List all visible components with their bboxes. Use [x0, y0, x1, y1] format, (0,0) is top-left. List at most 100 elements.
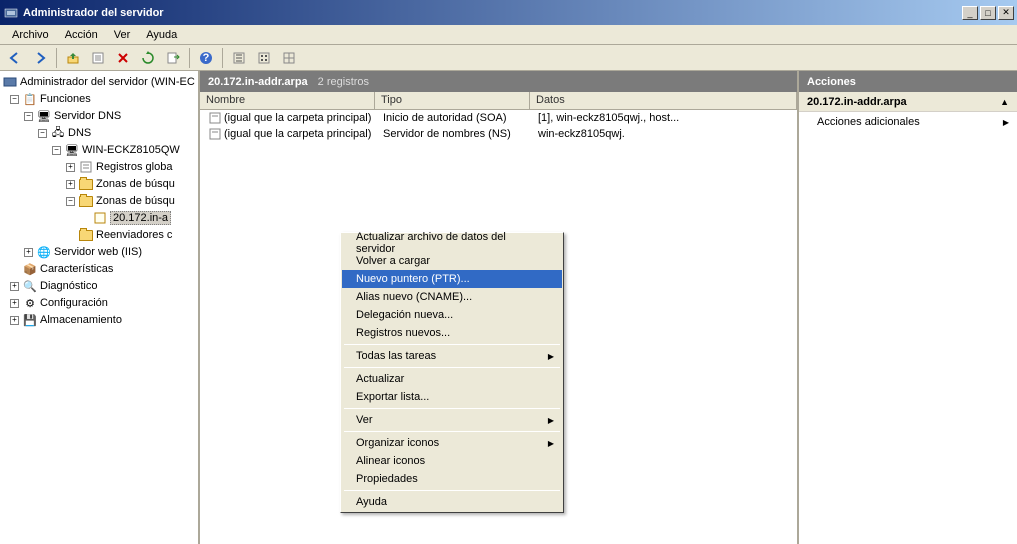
- ctx-new-ptr[interactable]: Nuevo puntero (PTR)...: [342, 270, 562, 288]
- ctx-new-delegation[interactable]: Delegación nueva...: [342, 306, 562, 324]
- tree-dns2[interactable]: −🖧DNS: [2, 125, 196, 141]
- ctx-label: Ver: [356, 414, 373, 426]
- export-button[interactable]: [162, 47, 184, 69]
- dns-icon: 🖥: [36, 108, 52, 124]
- menu-ayuda[interactable]: Ayuda: [140, 27, 183, 43]
- ctx-arrange-icons[interactable]: Organizar iconos▶: [342, 434, 562, 452]
- tree-host[interactable]: −🖥WIN-ECKZ8105QW: [2, 142, 196, 158]
- submenu-arrow-icon: ▶: [548, 439, 554, 448]
- collapse-icon[interactable]: −: [38, 129, 47, 138]
- actions-item-label: Acciones adicionales: [817, 116, 920, 128]
- cell-type: Servidor de nombres (NS): [377, 128, 532, 140]
- record-icon: [208, 126, 222, 142]
- zone-icon: [92, 210, 108, 226]
- app-icon: [3, 5, 19, 21]
- center-panel: 20.172.in-addr.arpa 2 registros Nombre T…: [200, 71, 799, 544]
- tree-funciones[interactable]: −📋Funciones: [2, 91, 196, 107]
- tree-label: WIN-ECKZ8105QW: [82, 144, 180, 156]
- tree-zb1[interactable]: +Zonas de búsqu: [2, 176, 196, 192]
- tree-reenv[interactable]: Reenviadores c: [2, 227, 196, 243]
- tree-panel: Administrador del servidor (WIN-EC −📋Fun…: [0, 71, 200, 544]
- tree-label: Servidor DNS: [54, 110, 121, 122]
- list-row[interactable]: (igual que la carpeta principal) Servido…: [200, 126, 797, 142]
- expand-icon[interactable]: +: [24, 248, 33, 257]
- tree-carac[interactable]: 📦Características: [2, 261, 196, 277]
- ctx-separator: [344, 367, 560, 368]
- properties-button[interactable]: [87, 47, 109, 69]
- features-icon: 📦: [22, 261, 38, 277]
- host-icon: 🖥: [64, 142, 80, 158]
- ctx-all-tasks[interactable]: Todas las tareas▶: [342, 347, 562, 365]
- tree-dns[interactable]: −🖥Servidor DNS: [2, 108, 196, 124]
- tree-iis[interactable]: +🌐Servidor web (IIS): [2, 244, 196, 260]
- delete-button[interactable]: [112, 47, 134, 69]
- filter1-button[interactable]: [228, 47, 250, 69]
- col-nombre[interactable]: Nombre: [200, 92, 375, 109]
- expand-icon[interactable]: +: [10, 299, 19, 308]
- menu-accion[interactable]: Acción: [59, 27, 104, 43]
- collapse-icon[interactable]: −: [10, 95, 19, 104]
- menu-archivo[interactable]: Archivo: [6, 27, 55, 43]
- menubar: Archivo Acción Ver Ayuda: [0, 25, 1017, 45]
- svg-text:?: ?: [203, 52, 210, 64]
- actions-additional[interactable]: Acciones adicionales ▶: [799, 112, 1017, 132]
- close-button[interactable]: ✕: [998, 6, 1014, 20]
- ctx-export[interactable]: Exportar lista...: [342, 388, 562, 406]
- maximize-button[interactable]: □: [980, 6, 996, 20]
- records-icon: [78, 159, 94, 175]
- filter2-button[interactable]: [253, 47, 275, 69]
- context-menu: Actualizar archivo de datos del servidor…: [340, 232, 564, 513]
- ctx-update-file[interactable]: Actualizar archivo de datos del servidor: [342, 234, 562, 252]
- tree-reg[interactable]: +Registros globa: [2, 159, 196, 175]
- tree-alm[interactable]: +💾Almacenamiento: [2, 312, 196, 328]
- tree-root[interactable]: Administrador del servidor (WIN-EC: [2, 74, 196, 90]
- tree-zb2[interactable]: −Zonas de búsqu: [2, 193, 196, 209]
- tree-label: Características: [40, 263, 113, 275]
- tree-label: Diagnóstico: [40, 280, 97, 292]
- refresh-button[interactable]: [137, 47, 159, 69]
- ctx-new-cname[interactable]: Alias nuevo (CNAME)...: [342, 288, 562, 306]
- collapse-arrow-icon: ▲: [1000, 97, 1009, 107]
- ctx-reload[interactable]: Volver a cargar: [342, 252, 562, 270]
- forwarders-icon: [78, 227, 94, 243]
- ctx-separator: [344, 490, 560, 491]
- col-tipo[interactable]: Tipo: [375, 92, 530, 109]
- ctx-align-icons[interactable]: Alinear iconos: [342, 452, 562, 470]
- ctx-new-records[interactable]: Registros nuevos...: [342, 324, 562, 342]
- ctx-properties[interactable]: Propiedades: [342, 470, 562, 488]
- ctx-separator: [344, 344, 560, 345]
- expand-icon[interactable]: +: [66, 163, 75, 172]
- list-header: Nombre Tipo Datos: [200, 92, 797, 110]
- ctx-view[interactable]: Ver▶: [342, 411, 562, 429]
- ctx-help[interactable]: Ayuda: [342, 493, 562, 511]
- menu-ver[interactable]: Ver: [108, 27, 137, 43]
- toolbar: ?: [0, 45, 1017, 71]
- expand-icon[interactable]: +: [66, 180, 75, 189]
- collapse-icon[interactable]: −: [66, 197, 75, 206]
- actions-section[interactable]: 20.172.in-addr.arpa ▲: [799, 92, 1017, 112]
- minimize-button[interactable]: _: [962, 6, 978, 20]
- config-icon: ⚙: [22, 295, 38, 311]
- folder-icon: [78, 193, 94, 209]
- record-list[interactable]: (igual que la carpeta principal) Inicio …: [200, 110, 797, 544]
- tree-label: Reenviadores c: [96, 229, 172, 241]
- expand-icon[interactable]: +: [10, 282, 19, 291]
- list-row[interactable]: (igual que la carpeta principal) Inicio …: [200, 110, 797, 126]
- help-button[interactable]: ?: [195, 47, 217, 69]
- tree-diag[interactable]: +🔍Diagnóstico: [2, 278, 196, 294]
- filter3-button[interactable]: [278, 47, 300, 69]
- forward-button[interactable]: [29, 47, 51, 69]
- back-button[interactable]: [4, 47, 26, 69]
- up-button[interactable]: [62, 47, 84, 69]
- tree-zone[interactable]: 20.172.in-a: [2, 210, 196, 226]
- col-datos[interactable]: Datos: [530, 92, 797, 109]
- collapse-icon[interactable]: −: [52, 146, 61, 155]
- actions-header: Acciones: [799, 71, 1017, 92]
- expand-icon[interactable]: +: [10, 316, 19, 325]
- cell-type: Inicio de autoridad (SOA): [377, 112, 532, 124]
- tree-conf[interactable]: +⚙Configuración: [2, 295, 196, 311]
- collapse-icon[interactable]: −: [24, 112, 33, 121]
- iis-icon: 🌐: [36, 244, 52, 260]
- submenu-arrow-icon: ▶: [548, 352, 554, 361]
- ctx-refresh[interactable]: Actualizar: [342, 370, 562, 388]
